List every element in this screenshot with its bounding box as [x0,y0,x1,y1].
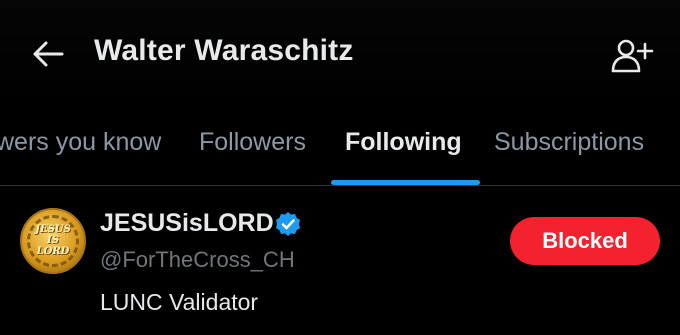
person-plus-icon [611,39,654,73]
tab-subscriptions[interactable]: Subscriptions [494,128,644,186]
user-list-item[interactable]: JESUS IS LORD JESUSisLORD @ForTheCross_CH … [0,187,680,335]
page-title: Walter Waraschitz [94,34,354,67]
add-user-button[interactable] [610,36,656,76]
verified-badge-icon [276,212,300,236]
tab-following[interactable]: Following [345,128,462,186]
user-handle: @ForTheCross_CH [100,247,295,272]
following-list-screen: Walter Waraschitz wers you know Follower… [0,0,680,335]
avatar-logo-text: JESUS IS LORD [35,224,71,257]
user-display-name[interactable]: JESUSisLORD [100,209,274,238]
back-button[interactable] [28,36,68,72]
user-bio: LUNC Validator [100,289,259,315]
blocked-button[interactable]: Blocked [510,217,660,265]
tab-followers[interactable]: Followers [199,128,306,186]
tab-bar: wers you know Followers Following Subscr… [0,118,680,186]
tab-followers-you-know[interactable]: wers you know [0,128,161,186]
arrow-left-icon [33,41,64,67]
active-tab-indicator [331,180,480,185]
header: Walter Waraschitz [0,0,680,110]
avatar[interactable]: JESUS IS LORD [20,208,86,274]
